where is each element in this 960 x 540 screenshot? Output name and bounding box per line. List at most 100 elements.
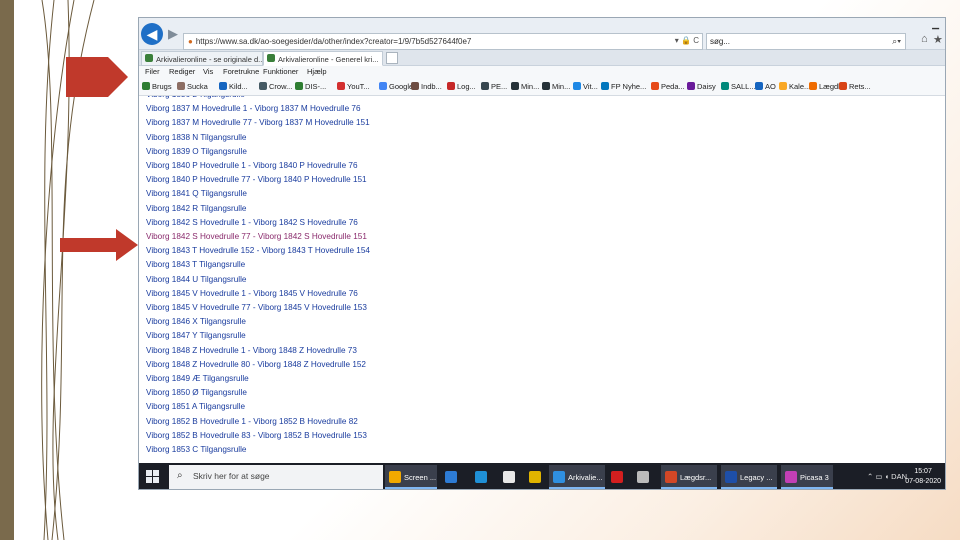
taskbar-app[interactable]: Arkivalie... (549, 465, 605, 489)
favorite-label: Log... (457, 82, 476, 91)
archive-link[interactable]: Viborg 1839 O Tilgangsrulle (146, 147, 247, 156)
favorite-item[interactable]: Min... (511, 82, 539, 91)
favorite-label: Min... (521, 82, 540, 91)
clock[interactable]: 15:07 07-08-2020 (905, 467, 941, 487)
app-icon (445, 471, 457, 483)
taskbar-app[interactable]: Lægdsr... (661, 465, 717, 489)
taskbar-app[interactable]: Picasa 3 (781, 465, 833, 489)
archive-link[interactable]: Viborg 1837 M Hovedrulle 77 - Viborg 183… (146, 118, 370, 127)
favorite-icon (839, 82, 847, 90)
favorite-item[interactable]: Sucka (177, 82, 208, 91)
archive-link[interactable]: Viborg 1841 Q Tilgangsrulle (146, 189, 247, 198)
home-icon[interactable]: ⌂ (921, 33, 928, 45)
favorite-item[interactable]: Log... (447, 82, 476, 91)
taskbar-app[interactable] (499, 465, 523, 489)
taskbar-app[interactable] (471, 465, 497, 489)
archive-link[interactable]: Viborg 1838 N Tilgangsrulle (146, 133, 246, 142)
archive-link[interactable]: Viborg 1842 S Hovedrulle 1 - Viborg 1842… (146, 218, 358, 227)
search-field[interactable]: søg... ⌕▾ (706, 33, 906, 50)
archive-link[interactable]: Viborg 1853 C Tilgangsrulle (146, 445, 246, 454)
search-icon[interactable]: ⌕▾ (892, 36, 901, 47)
archive-link[interactable]: Viborg 1851 A Tilgangsrulle (146, 402, 245, 411)
favorite-icon (573, 82, 581, 90)
favorite-icon (177, 82, 185, 90)
menu-file[interactable]: Filer (145, 67, 160, 76)
system-tray[interactable]: ⌃ ▭ ◖ DAN (867, 472, 907, 481)
favorite-icon (259, 82, 267, 90)
favorite-icon (379, 82, 387, 90)
app-icon (725, 471, 737, 483)
favorite-item[interactable]: Google (379, 82, 413, 91)
archive-link[interactable]: Viborg 1845 V Hovedrulle 77 - Viborg 184… (146, 303, 367, 312)
favorite-item[interactable]: Rets... (839, 82, 871, 91)
favorite-icon (542, 82, 550, 90)
back-button[interactable]: ◀ (141, 23, 163, 45)
archive-link[interactable]: Viborg 1843 T Hovedrulle 152 - Viborg 18… (146, 246, 370, 255)
archive-link[interactable]: Viborg 1836 L Tilgangsrulle (146, 96, 245, 99)
favorite-item[interactable]: DIS-... (295, 82, 326, 91)
star-icon[interactable]: ★ (933, 33, 943, 46)
favorite-item[interactable]: Indb... (411, 82, 442, 91)
archive-link[interactable]: Viborg 1848 Z Hovedrulle 1 - Viborg 1848… (146, 346, 357, 355)
taskbar-app[interactable] (525, 465, 547, 489)
archive-link[interactable]: Viborg 1850 Ø Tilgangsrulle (146, 388, 247, 397)
archive-link[interactable]: Viborg 1843 T Tilgangsrulle (146, 260, 245, 269)
url-field[interactable]: ● https://www.sa.dk/ao-soegesider/da/othe… (183, 33, 703, 50)
archive-link[interactable]: Viborg 1849 Æ Tilgangsrulle (146, 374, 249, 383)
menu-view[interactable]: Vis (203, 67, 213, 76)
url-tools[interactable]: ▾ 🔒 C (675, 36, 699, 45)
menu-help[interactable]: Hjælp (307, 67, 327, 76)
favorite-label: Kale... (789, 82, 811, 91)
favorite-icon (411, 82, 419, 90)
favorite-item[interactable]: Brugs (142, 82, 172, 91)
favorite-icon (651, 82, 659, 90)
favorite-item[interactable]: Daisy (687, 82, 716, 91)
favorite-item[interactable]: Kild... (219, 82, 248, 91)
favorite-item[interactable]: SALL... (721, 82, 756, 91)
minimize-icon[interactable]: ▁ (932, 19, 939, 30)
app-icon (637, 471, 649, 483)
archive-link[interactable]: Viborg 1848 Z Hovedrulle 80 - Viborg 184… (146, 360, 366, 369)
archive-link[interactable]: Viborg 1842 S Hovedrulle 77 - Viborg 184… (146, 232, 367, 241)
archive-link[interactable]: Viborg 1842 R Tilgangsrulle (146, 204, 246, 213)
favorite-label: DIS-... (305, 82, 327, 91)
taskbar-app[interactable] (607, 465, 631, 489)
archive-link[interactable]: Viborg 1840 P Hovedrulle 77 - Viborg 184… (146, 175, 367, 184)
favorite-item[interactable]: Kale... (779, 82, 810, 91)
archive-link[interactable]: Viborg 1845 V Hovedrulle 1 - Viborg 1845… (146, 289, 358, 298)
taskbar-app[interactable] (441, 465, 467, 489)
archive-link[interactable]: Viborg 1840 P Hovedrulle 1 - Viborg 1840… (146, 161, 358, 170)
tab-0[interactable]: Arkivalieronline - se originale d... (141, 51, 263, 66)
favorite-item[interactable]: Peda... (651, 82, 685, 91)
favorite-item[interactable]: Min... (542, 82, 570, 91)
favorite-item[interactable]: YouT... (337, 82, 370, 91)
windows-start-icon[interactable] (146, 470, 160, 484)
taskbar-app[interactable]: Legacy ... (721, 465, 777, 489)
archive-link[interactable]: Viborg 1844 U Tilgangsrulle (146, 275, 246, 284)
archive-link[interactable]: Viborg 1847 Y Tilgangsrulle (146, 331, 246, 340)
menu-edit[interactable]: Rediger (169, 67, 195, 76)
favorite-item[interactable]: PE... (481, 82, 507, 91)
favorite-item[interactable]: Crow... (259, 82, 292, 91)
archive-link[interactable]: Viborg 1837 M Hovedrulle 1 - Viborg 1837… (146, 104, 361, 113)
close-tab-icon[interactable]: × (382, 55, 383, 64)
url-text: https://www.sa.dk/ao-soegesider/da/other… (195, 37, 472, 46)
menu-favorites[interactable]: Foretrukne (223, 67, 259, 76)
forward-button[interactable]: ▶ (165, 26, 181, 42)
new-tab-button[interactable] (386, 52, 398, 64)
clock-date: 07-08-2020 (905, 478, 941, 485)
tab-1[interactable]: Arkivalieronline - Generel kri...× (263, 51, 383, 66)
favorite-icon (337, 82, 345, 90)
favorite-item[interactable]: Vit... (573, 82, 598, 91)
archive-link[interactable]: Viborg 1846 X Tilgangsrulle (146, 317, 246, 326)
archive-link[interactable]: Viborg 1852 B Hovedrulle 83 - Viborg 185… (146, 431, 367, 440)
taskbar-app[interactable] (633, 465, 659, 489)
taskbar-search-field[interactable]: ⌕ Skriv her for at søge (169, 465, 383, 489)
menu-tools[interactable]: Funktioner (263, 67, 298, 76)
archive-link[interactable]: Viborg 1852 B Hovedrulle 1 - Viborg 1852… (146, 417, 358, 426)
favorite-label: FP Nyhe... (611, 82, 647, 91)
favorite-item[interactable]: FP Nyhe... (601, 82, 646, 91)
taskbar-app[interactable]: Screen ... (385, 465, 437, 489)
favorite-icon (809, 82, 817, 90)
favorite-item[interactable]: AO (755, 82, 776, 91)
